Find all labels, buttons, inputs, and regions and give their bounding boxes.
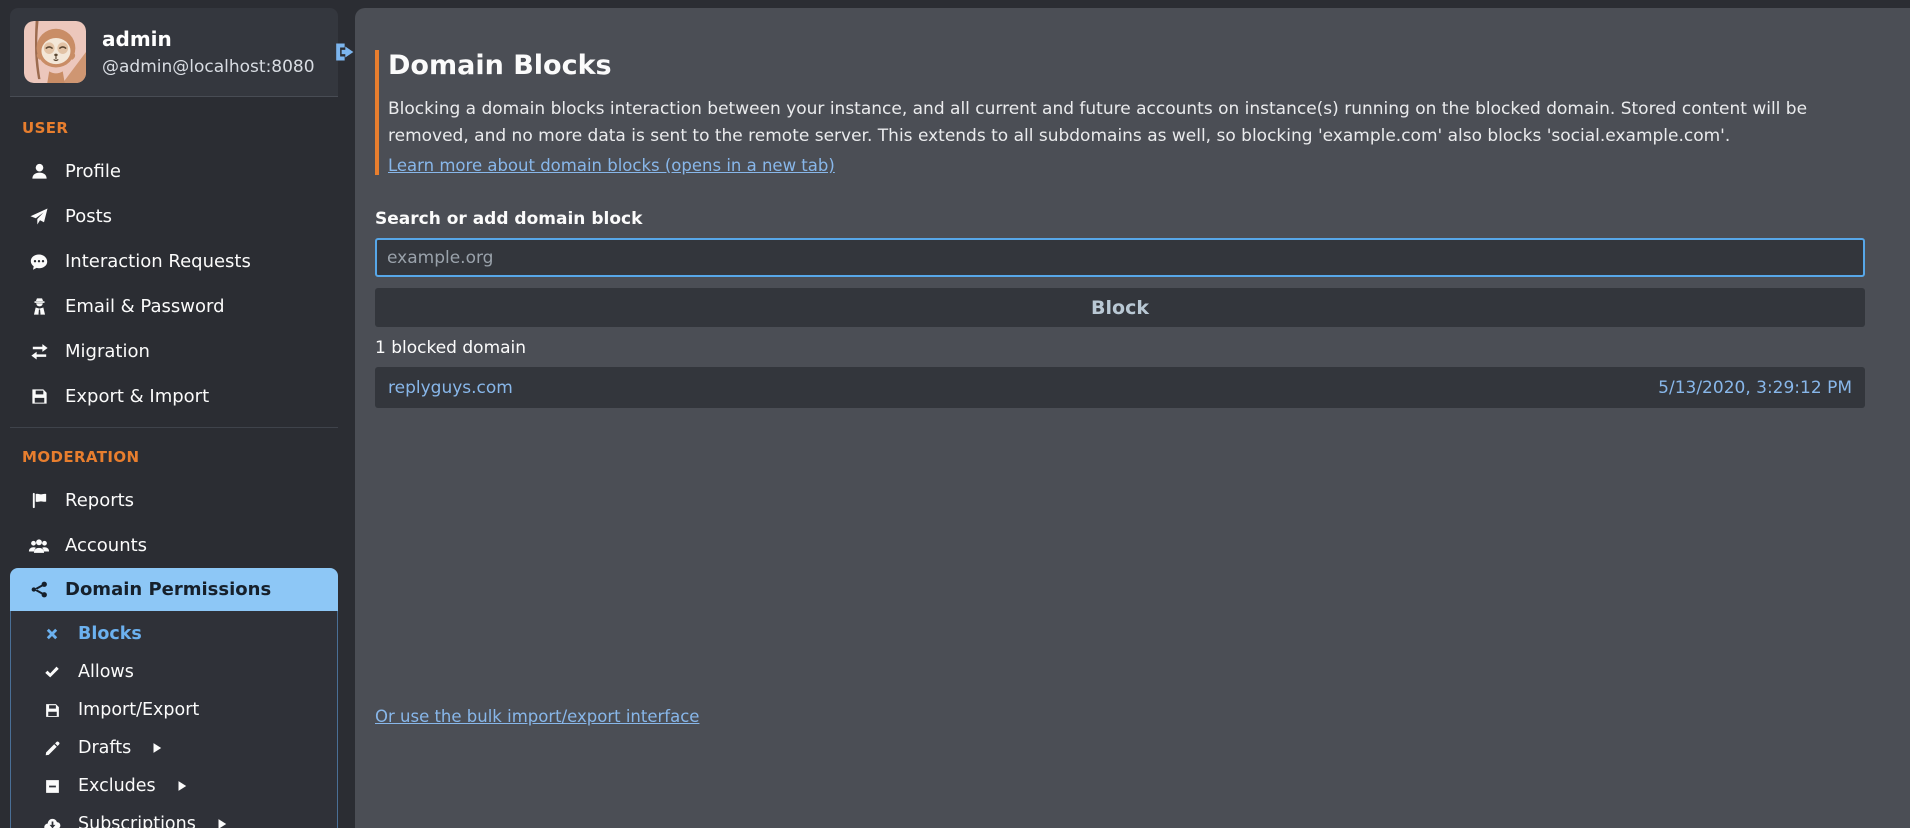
caret-right-icon [150,741,164,755]
main-content: Domain Blocks Blocking a domain blocks i… [355,8,1910,828]
user-card[interactable]: admin @admin@localhost:8080 [10,8,338,97]
page-description: Blocking a domain blocks interaction bet… [388,96,1865,150]
sidebar-item-accounts[interactable]: Accounts [10,523,338,568]
x-icon [41,626,63,642]
caret-right-icon [175,779,189,793]
caret-right-icon [215,817,229,828]
avatar [24,21,86,83]
sidebar-item-label: Domain Permissions [65,579,271,600]
sidebar-item-label: Profile [65,161,121,182]
sidebar-item-blocks[interactable]: Blocks [11,615,337,653]
sidebar-item-profile[interactable]: Profile [10,149,338,194]
section-title-moderation: MODERATION [10,436,338,478]
paper-plane-icon [28,207,50,227]
domain-search-input[interactable] [375,238,1865,277]
cloud-download-icon [41,816,63,828]
blocked-domain-date: 5/13/2020, 3:29:12 PM [1658,378,1852,398]
section-title-user: USER [10,107,338,149]
check-icon [41,663,63,681]
username: admin [102,27,315,51]
page-title: Domain Blocks [388,50,1865,81]
sidebar-item-excludes[interactable]: Excludes [11,767,337,805]
exchange-icon [28,343,50,361]
sidebar-item-label: Excludes [78,776,156,796]
sidebar-item-label: Posts [65,206,112,227]
share-nodes-icon [28,580,50,599]
sidebar-item-allows[interactable]: Allows [11,653,337,691]
sidebar: admin @admin@localhost:8080 USER Profile [10,8,338,828]
blocked-domain-link[interactable]: replyguys.com [388,378,513,398]
floppy-disk-icon [41,702,63,719]
section-divider [10,427,338,428]
learn-more-link[interactable]: Learn more about domain blocks (opens in… [388,156,835,175]
bulk-import-export-link[interactable]: Or use the bulk import/export interface [375,707,699,726]
sidebar-item-migration[interactable]: Migration [10,329,338,374]
search-label: Search or add domain block [375,209,1865,229]
sidebar-item-label: Accounts [65,535,147,556]
sidebar-item-label: Migration [65,341,150,362]
sidebar-item-email-password[interactable]: Email & Password [10,284,338,329]
user-handle: @admin@localhost:8080 [102,57,315,77]
sidebar-item-label: Export & Import [65,386,209,407]
sidebar-item-label: Blocks [78,624,142,644]
domain-block-form: Search or add domain block Block [375,209,1865,327]
sidebar-item-label: Interaction Requests [65,251,251,272]
blocked-domain-count: 1 blocked domain [375,338,1865,358]
domain-permissions-submenu: Blocks Allows Import/Export [10,611,338,828]
sidebar-item-drafts[interactable]: Drafts [11,729,337,767]
user-secret-icon [28,297,50,316]
app-layout: admin @admin@localhost:8080 USER Profile [0,0,1910,828]
sidebar-item-subscriptions[interactable]: Subscriptions [11,805,337,828]
sidebar-item-export-import[interactable]: Export & Import [10,374,338,419]
sidebar-item-label: Drafts [78,738,131,758]
sidebar-nav: USER Profile Posts Interaction Requests [10,97,338,828]
sidebar-item-reports[interactable]: Reports [10,478,338,523]
sidebar-item-label: Import/Export [78,700,199,720]
user-icon [28,162,50,181]
floppy-disk-icon [28,387,50,406]
users-icon [28,537,50,555]
user-meta: admin @admin@localhost:8080 [102,27,315,77]
flag-icon [28,491,50,510]
comment-dots-icon [28,252,50,272]
sidebar-item-label: Reports [65,490,134,511]
sidebar-item-label: Email & Password [65,296,225,317]
pencil-icon [41,740,63,757]
sidebar-item-label: Allows [78,662,134,682]
sidebar-item-label: Subscriptions [78,814,196,828]
minus-square-icon [41,778,63,795]
block-button[interactable]: Block [375,288,1865,327]
sloth-avatar [24,21,86,83]
blocked-domain-row[interactable]: replyguys.com 5/13/2020, 3:29:12 PM [375,367,1865,408]
sidebar-item-domain-permissions[interactable]: Domain Permissions [10,568,338,611]
sidebar-item-posts[interactable]: Posts [10,194,338,239]
page-header: Domain Blocks Blocking a domain blocks i… [375,50,1865,175]
bulk-link-container: Or use the bulk import/export interface [375,707,1865,726]
sidebar-item-import-export[interactable]: Import/Export [11,691,337,729]
sidebar-item-interaction-requests[interactable]: Interaction Requests [10,239,338,284]
